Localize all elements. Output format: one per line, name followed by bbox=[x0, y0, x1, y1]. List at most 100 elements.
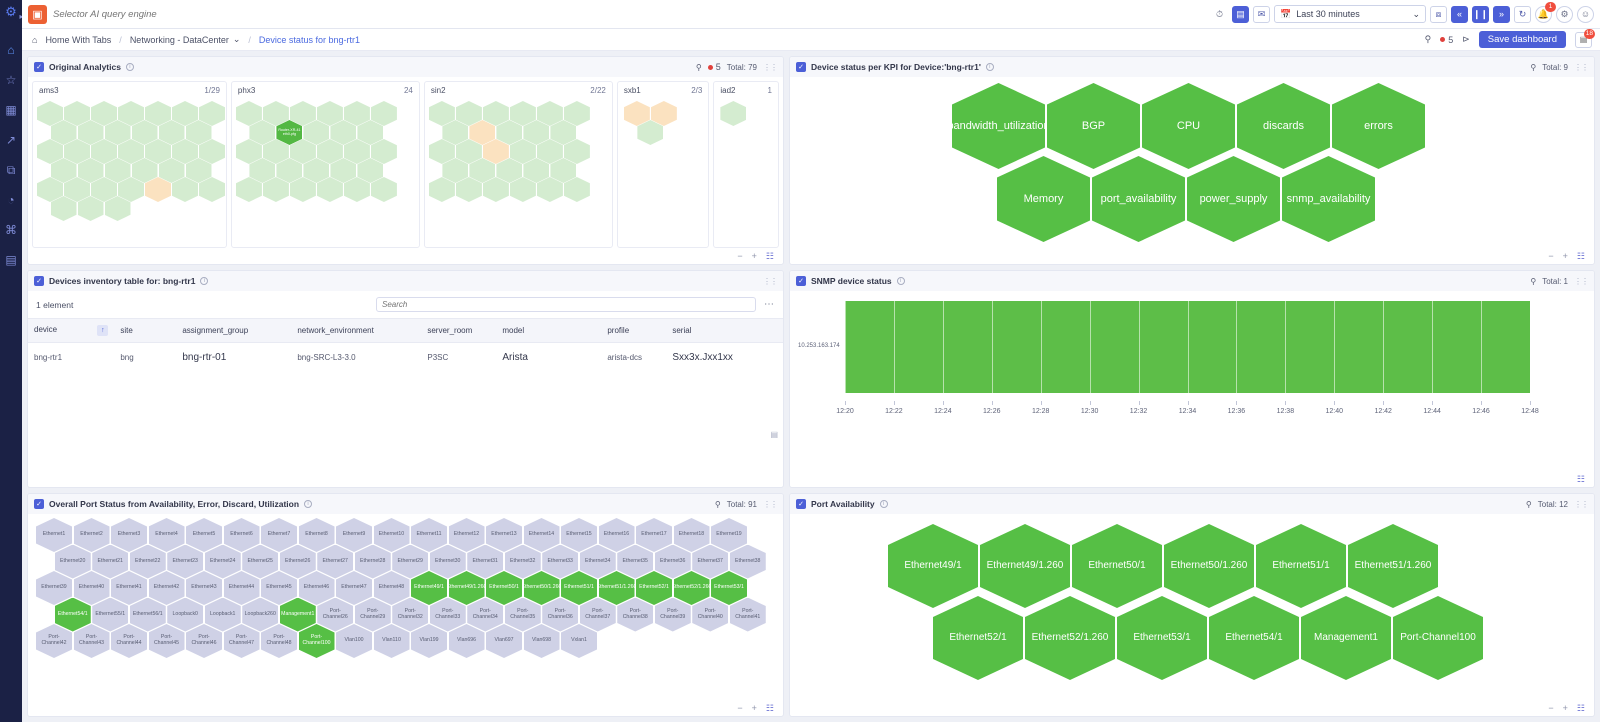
port-hex-Port-Channel48[interactable]: Port-Channel48 bbox=[261, 624, 297, 658]
info-icon[interactable]: i bbox=[200, 277, 209, 285]
port-hex-Ethernet10[interactable]: Ethernet10 bbox=[373, 518, 410, 552]
col-assignment-group[interactable]: assignment_group bbox=[176, 318, 292, 343]
port-hex-Port-Channel29[interactable]: Port-Channel29 bbox=[354, 597, 391, 632]
zoom-out-icon[interactable]: − bbox=[737, 251, 742, 261]
col-profile[interactable]: profile bbox=[601, 318, 667, 343]
port-hex-Ethernet47[interactable]: Ethernet47 bbox=[336, 571, 372, 605]
panel-checkbox[interactable]: ✓ bbox=[796, 62, 806, 72]
info-icon[interactable]: i bbox=[125, 63, 134, 71]
sort-ascending-icon[interactable]: ↑ bbox=[97, 325, 109, 336]
port-hex-Ethernet28[interactable]: Ethernet28 bbox=[354, 544, 391, 579]
port-hex-Ethernet48[interactable]: Ethernet48 bbox=[373, 571, 410, 605]
port-hex-Port-Channel35[interactable]: Port-Channel35 bbox=[504, 597, 541, 632]
zoom-out-icon[interactable]: − bbox=[1548, 703, 1553, 713]
col-serial[interactable]: serial bbox=[666, 318, 783, 343]
nav-home-icon[interactable]: ⌂ bbox=[3, 42, 19, 58]
panel-checkbox[interactable]: ✓ bbox=[34, 62, 44, 72]
port-availability-hex-Ethernet51/1.260[interactable]: Ethernet51/1.260 bbox=[1348, 524, 1438, 608]
search-icon[interactable]: ⚲ bbox=[715, 500, 721, 509]
port-hex-Port-Channel46[interactable]: Port-Channel46 bbox=[186, 624, 222, 658]
port-hex-Ethernet46[interactable]: Ethernet46 bbox=[298, 571, 335, 605]
refresh-icon[interactable]: ↻ bbox=[1514, 5, 1531, 23]
port-hex-Ethernet54/1[interactable]: Ethernet54/1 bbox=[54, 597, 91, 632]
port-availability-hex-Ethernet50/1.260[interactable]: Ethernet50/1.260 bbox=[1164, 524, 1254, 608]
breadcrumb-item-1[interactable]: Networking - DataCenter ⌄ bbox=[130, 34, 241, 45]
kpi-hex-bandwidth_utilization[interactable]: bandwidth_utilization bbox=[952, 83, 1045, 169]
comment-icon[interactable]: ✉ bbox=[1253, 5, 1270, 23]
kpi-hex-discards[interactable]: discards bbox=[1237, 83, 1330, 169]
nav-documents-icon[interactable]: ▤ bbox=[3, 252, 19, 268]
port-hex-Vlan696[interactable]: Vlan696 bbox=[448, 624, 485, 658]
port-hex-Loopback0[interactable]: Loopback0 bbox=[167, 597, 204, 632]
port-hex-Vlan110[interactable]: Vlan110 bbox=[373, 624, 410, 658]
info-icon[interactable]: i bbox=[896, 277, 905, 285]
port-hex-Port-Channel42[interactable]: Port-Channel42 bbox=[36, 624, 72, 658]
port-hex-Ethernet55/1[interactable]: Ethernet55/1 bbox=[92, 597, 129, 632]
drag-handle-icon[interactable]: ⋮⋮ bbox=[763, 500, 778, 509]
port-hex-Port-Channel40[interactable]: Port-Channel40 bbox=[692, 597, 729, 632]
port-hex-Ethernet2[interactable]: Ethernet2 bbox=[73, 518, 110, 552]
site-card-phx3[interactable]: phx3 24 Router-XR-41 eth0-pfg bbox=[230, 81, 420, 248]
save-dashboard-button[interactable]: Save dashboard bbox=[1478, 31, 1566, 48]
port-hex-Ethernet41[interactable]: Ethernet41 bbox=[111, 571, 147, 605]
port-hex-Ethernet33[interactable]: Ethernet33 bbox=[542, 544, 579, 579]
port-hex-Ethernet20[interactable]: Ethernet20 bbox=[54, 544, 91, 579]
nav-favorites-icon[interactable]: ☆ bbox=[3, 72, 19, 88]
site-node-hex[interactable] bbox=[720, 101, 747, 126]
nav-analytics-icon[interactable]: ↗ bbox=[3, 132, 19, 148]
port-hex-Ethernet15[interactable]: Ethernet15 bbox=[561, 518, 597, 552]
port-hex-Vlan697[interactable]: Vlan697 bbox=[486, 624, 522, 658]
zoom-in-icon[interactable]: + bbox=[1563, 703, 1568, 713]
gear-icon[interactable]: ⚙ bbox=[1556, 5, 1573, 23]
port-hex-Ethernet5[interactable]: Ethernet5 bbox=[186, 518, 222, 552]
breadcrumb-item-2[interactable]: Device status for bng-rtr1 bbox=[259, 35, 360, 45]
prev-range-button[interactable]: « bbox=[1451, 5, 1468, 23]
kpi-hex-power_supply[interactable]: power_supply bbox=[1187, 156, 1280, 242]
port-hex-Ethernet49/1[interactable]: Ethernet49/1 bbox=[411, 571, 447, 605]
port-hex-Port-Channel45[interactable]: Port-Channel45 bbox=[148, 624, 185, 658]
zoom-out-icon[interactable]: − bbox=[1548, 251, 1553, 261]
port-hex-Ethernet40[interactable]: Ethernet40 bbox=[73, 571, 110, 605]
port-hex-Ethernet51/1.260[interactable]: Ethernet51/1.260 bbox=[598, 571, 635, 605]
layout-icon[interactable]: ▤ bbox=[1232, 5, 1249, 23]
port-hex-Ethernet23[interactable]: Ethernet23 bbox=[167, 544, 204, 579]
drag-handle-icon[interactable]: ⋮⋮ bbox=[1574, 63, 1589, 72]
info-icon[interactable]: i bbox=[304, 500, 313, 508]
port-hex-Ethernet50/1[interactable]: Ethernet50/1 bbox=[486, 571, 522, 605]
port-hex-Port-Channel34[interactable]: Port-Channel34 bbox=[467, 597, 504, 632]
port-availability-hex-Ethernet52/1[interactable]: Ethernet52/1 bbox=[933, 596, 1023, 680]
port-hex-Ethernet53/1[interactable]: Ethernet53/1 bbox=[711, 571, 747, 605]
zoom-out-icon[interactable]: − bbox=[737, 703, 742, 713]
search-icon[interactable]: ⚲ bbox=[1425, 34, 1432, 45]
panel-checkbox[interactable]: ✓ bbox=[34, 499, 44, 509]
port-hex-Port-Channel26[interactable]: Port-Channel26 bbox=[317, 597, 354, 632]
search-icon[interactable]: ⚲ bbox=[1526, 500, 1532, 509]
port-hex-Ethernet51/1[interactable]: Ethernet51/1 bbox=[561, 571, 597, 605]
port-hex-Loopback260[interactable]: Loopback260 bbox=[242, 597, 279, 632]
alert-count-badge[interactable]: 5 bbox=[1440, 35, 1453, 45]
port-hex-Port-Channel44[interactable]: Port-Channel44 bbox=[111, 624, 147, 658]
col-site[interactable]: site bbox=[114, 318, 177, 343]
port-hex-Ethernet32[interactable]: Ethernet32 bbox=[504, 544, 541, 579]
port-availability-hex-Ethernet54/1[interactable]: Ethernet54/1 bbox=[1209, 596, 1299, 680]
port-availability-hex-Management1[interactable]: Management1 bbox=[1301, 596, 1391, 680]
port-hex-Ethernet31[interactable]: Ethernet31 bbox=[467, 544, 504, 579]
zoom-out-icon[interactable]: ⧈ bbox=[1430, 5, 1447, 23]
port-hex-Ethernet36[interactable]: Ethernet36 bbox=[654, 544, 691, 579]
port-hex-Port-Channel38[interactable]: Port-Channel38 bbox=[617, 597, 654, 632]
port-hex-Ethernet34[interactable]: Ethernet34 bbox=[579, 544, 616, 579]
site-card-sin2[interactable]: sin2 2/22 bbox=[423, 81, 613, 248]
kpi-hex-snmp_availability[interactable]: snmp_availability bbox=[1282, 156, 1375, 242]
info-icon[interactable]: i bbox=[879, 500, 888, 508]
port-hex-Ethernet29[interactable]: Ethernet29 bbox=[392, 544, 429, 579]
layout-icon[interactable]: ☷ bbox=[1577, 251, 1585, 262]
info-icon[interactable]: i bbox=[985, 63, 994, 71]
port-hex-Ethernet26[interactable]: Ethernet26 bbox=[279, 544, 316, 579]
search-icon[interactable]: ⚲ bbox=[1530, 63, 1536, 72]
col-model[interactable]: model bbox=[496, 318, 602, 343]
port-hex-Ethernet45[interactable]: Ethernet45 bbox=[261, 571, 297, 605]
port-hex-Ethernet16[interactable]: Ethernet16 bbox=[598, 518, 635, 552]
user-avatar-icon[interactable]: ☺ bbox=[1577, 5, 1594, 23]
port-hex-Ethernet13[interactable]: Ethernet13 bbox=[486, 518, 522, 552]
port-hex-Ethernet50/1.260[interactable]: Ethernet50/1.260 bbox=[523, 571, 560, 605]
